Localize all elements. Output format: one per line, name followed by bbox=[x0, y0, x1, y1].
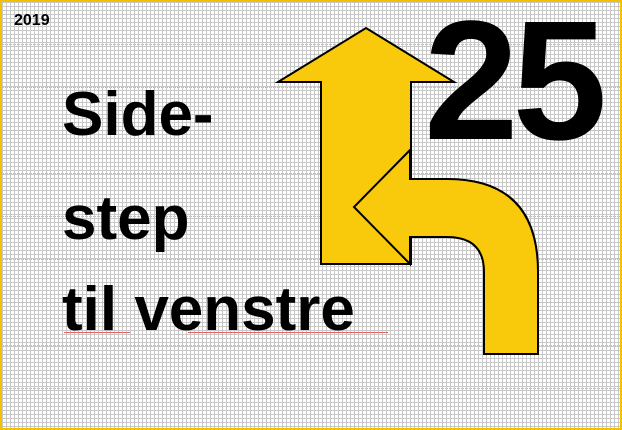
spellcheck-underline bbox=[188, 332, 388, 333]
title-line-1: Side- bbox=[62, 80, 214, 149]
sign-number: 25 bbox=[424, 0, 607, 176]
sign-slide: 2019 25 Side- step til venstre bbox=[0, 0, 622, 430]
spellcheck-underline bbox=[64, 332, 130, 333]
title-line-2: step bbox=[62, 184, 190, 253]
year-label: 2019 bbox=[14, 12, 50, 29]
